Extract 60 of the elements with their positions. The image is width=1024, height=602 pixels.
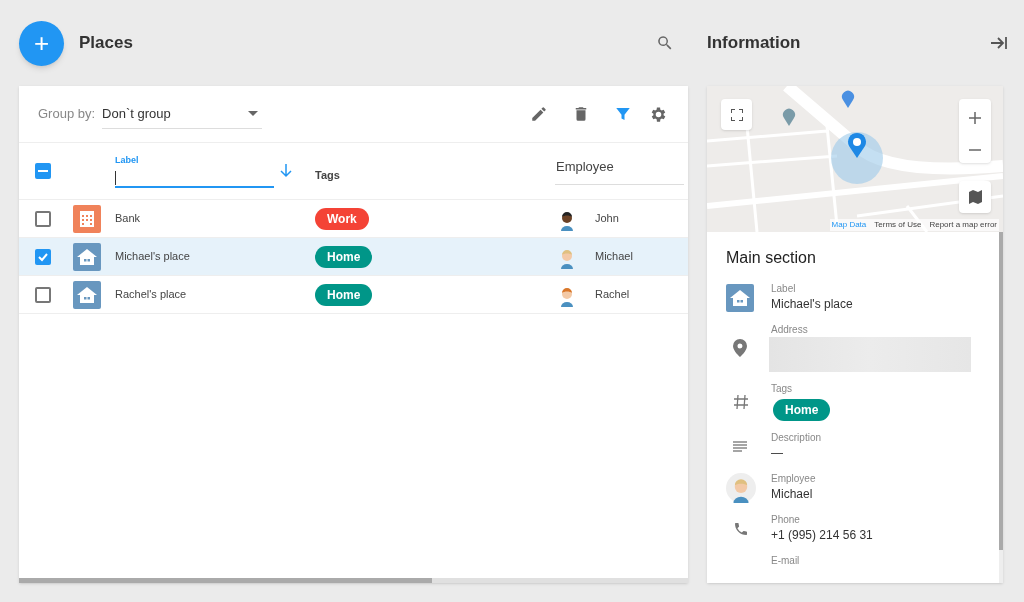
- minus-icon: [38, 170, 48, 172]
- tag: Home: [315, 283, 373, 306]
- checkbox[interactable]: [35, 286, 51, 303]
- column-filter-field[interactable]: Employee: [555, 157, 684, 185]
- map-type-button[interactable]: [959, 181, 991, 213]
- field-value: —: [771, 445, 784, 462]
- map-link[interactable]: Terms of Use: [874, 219, 922, 231]
- panel-title: Information: [707, 32, 801, 55]
- edit-icon[interactable]: [530, 105, 548, 123]
- field-label: Tags: [771, 382, 794, 396]
- house-icon: [73, 242, 101, 271]
- settings-icon[interactable]: [649, 104, 668, 124]
- tag: Home: [773, 399, 831, 421]
- zoom-out-icon[interactable]: [969, 148, 981, 151]
- fullscreen-icon: [730, 108, 743, 121]
- table-cell-text: Rachel's place: [115, 287, 187, 303]
- map-icon: [968, 190, 982, 204]
- zoom-in-icon[interactable]: [969, 111, 981, 124]
- field-value: Michael's place: [771, 296, 853, 313]
- field-label: Phone: [771, 513, 801, 527]
- tag: Work: [315, 207, 369, 230]
- table-cell-text: Michael: [595, 249, 633, 265]
- house-icon: [726, 283, 754, 312]
- table-row[interactable]: Rachel's place Home Rachel: [19, 276, 688, 314]
- checkbox[interactable]: [35, 210, 51, 227]
- avatar-icon: [726, 472, 756, 503]
- field-label: Description: [771, 431, 822, 445]
- section-title: Main section: [726, 248, 817, 268]
- field-label: Employee: [771, 472, 816, 486]
- hash-icon: [733, 393, 749, 410]
- field-label: Address: [771, 323, 809, 337]
- location-pin-icon: [733, 338, 747, 357]
- phone-icon: [733, 520, 749, 537]
- fullscreen-button[interactable]: [721, 99, 752, 130]
- group-by-label: Group by:: [38, 105, 96, 124]
- column-header: Tags: [315, 167, 340, 183]
- checkbox[interactable]: [35, 163, 51, 179]
- field-value: +1 (995) 214 56 31: [771, 527, 873, 544]
- field-label: Label: [771, 282, 797, 296]
- scrollbar-thumb[interactable]: [999, 232, 1003, 550]
- checkbox[interactable]: [35, 248, 51, 265]
- tag: Home: [315, 245, 373, 268]
- group-by-dropdown[interactable]: Don`t group: [102, 99, 263, 129]
- caret-icon: [248, 111, 259, 116]
- table-cell-text: John: [595, 211, 619, 227]
- collapse-panel-icon[interactable]: [990, 36, 1008, 50]
- table-row[interactable]: Michael's place Home Michael: [19, 238, 688, 276]
- table-cell-text: Rachel: [595, 287, 630, 303]
- scrollbar-thumb[interactable]: [19, 578, 432, 583]
- house-icon: [73, 280, 101, 309]
- field-value: Michael: [771, 486, 814, 503]
- building-icon: [73, 204, 101, 233]
- table-cell-text: Bank: [115, 211, 141, 227]
- page-title: Places: [79, 32, 133, 55]
- map-link[interactable]: Report a map error: [929, 219, 997, 231]
- field-label: E-mail: [771, 554, 800, 568]
- table-cell-text: Michael's place: [115, 249, 190, 265]
- search-icon[interactable]: [656, 34, 674, 52]
- filter-icon[interactable]: [614, 105, 632, 123]
- text-lines-icon: [733, 441, 747, 452]
